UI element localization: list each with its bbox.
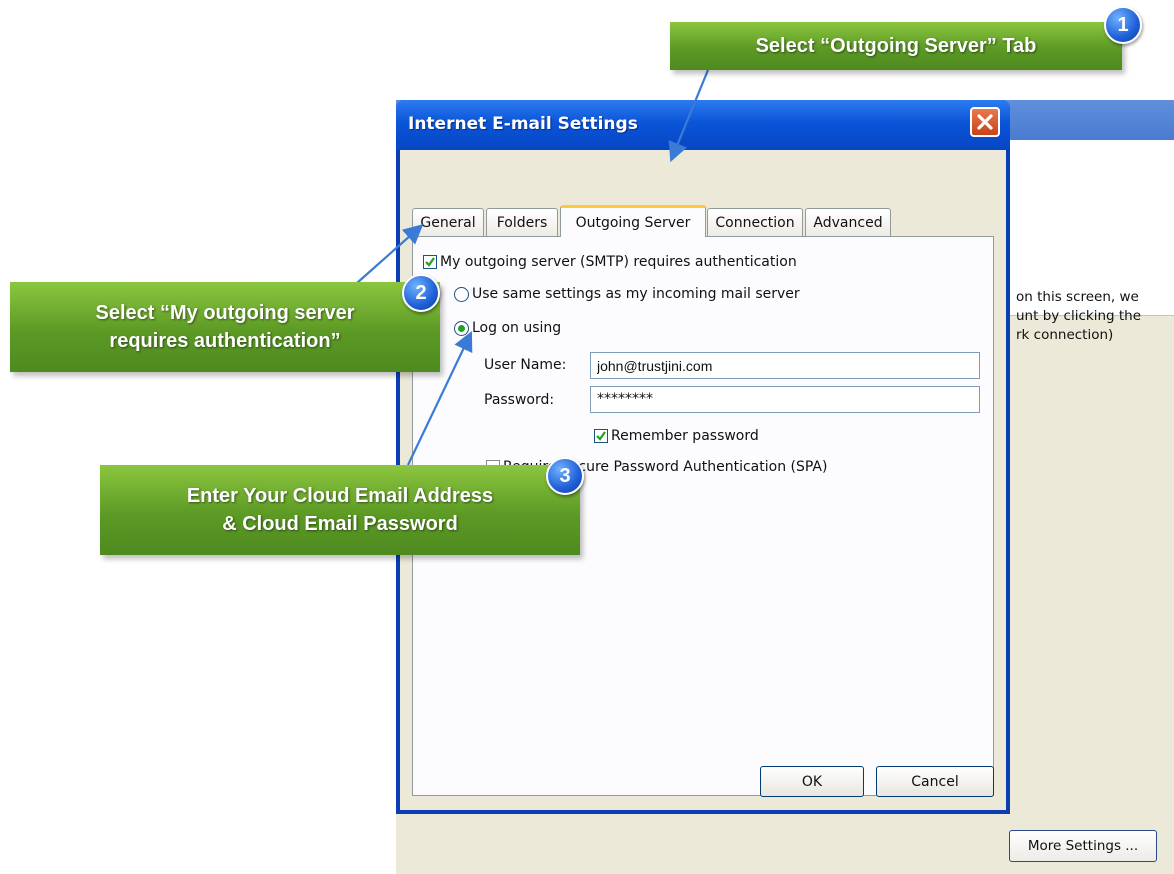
tab-connection[interactable]: Connection — [707, 208, 803, 236]
use-same-settings-option[interactable]: Use same settings as my incoming mail se… — [454, 286, 800, 302]
log-on-using-label: Log on using — [472, 320, 562, 336]
dialog-titlebar: Internet E-mail Settings — [396, 100, 1010, 150]
more-settings-button[interactable]: More Settings ... — [1009, 830, 1157, 862]
tab-advanced[interactable]: Advanced — [805, 208, 891, 236]
background-description: on this screen, we unt by clicking the rk … — [1016, 288, 1141, 345]
callout-select-outgoing-tab: Select “Outgoing Server” Tab — [670, 22, 1122, 70]
callout-text: Enter Your Cloud Email Address — [186, 485, 494, 507]
radio-selected-dot — [458, 324, 465, 332]
callout-text: & Cloud Email Password — [222, 513, 458, 535]
background-text-line: on this screen, we — [1016, 289, 1139, 305]
tab-general[interactable]: General — [412, 208, 484, 236]
internet-email-settings-dialog: Internet E-mail Settings General Folders… — [396, 100, 1010, 814]
log-on-using-radio[interactable] — [454, 320, 469, 336]
background-text-line: rk connection) — [1016, 327, 1114, 343]
callout-text: Select “My outgoing server — [95, 302, 355, 324]
smtp-auth-label: My outgoing server (SMTP) requires authe… — [440, 254, 797, 270]
dialog-title: Internet E-mail Settings — [408, 114, 638, 134]
remember-password-checkbox[interactable] — [594, 429, 608, 443]
remember-password-option[interactable]: Remember password — [594, 428, 759, 444]
tab-folders[interactable]: Folders — [486, 208, 558, 236]
use-same-settings-label: Use same settings as my incoming mail se… — [472, 286, 800, 302]
checkmark-icon — [425, 257, 435, 267]
smtp-auth-option[interactable]: My outgoing server (SMTP) requires authe… — [423, 254, 797, 270]
cancel-button[interactable]: Cancel — [876, 766, 994, 797]
smtp-auth-checkbox[interactable] — [423, 255, 437, 269]
background-text-line: unt by clicking the — [1016, 308, 1142, 324]
username-label: User Name: — [484, 357, 567, 373]
tab-outgoing-server[interactable]: Outgoing Server — [560, 205, 706, 237]
use-same-settings-radio[interactable] — [454, 286, 469, 302]
close-icon — [977, 114, 993, 130]
password-input[interactable]: ******** — [590, 386, 980, 413]
checkmark-icon — [596, 431, 606, 441]
remember-password-label: Remember password — [611, 428, 759, 444]
log-on-using-option[interactable]: Log on using — [454, 320, 561, 336]
ok-button[interactable]: OK — [760, 766, 864, 797]
callout-enter-credentials: Enter Your Cloud Email Address & Cloud E… — [100, 465, 580, 555]
callout-text: requires authentication” — [109, 330, 341, 352]
callout-select-auth: Select “My outgoing server requires auth… — [10, 282, 440, 372]
username-input[interactable] — [590, 352, 980, 379]
step-badge-2: 2 — [402, 274, 440, 312]
step-badge-1: 1 — [1104, 6, 1142, 44]
password-label: Password: — [484, 392, 555, 408]
close-button[interactable] — [970, 107, 1000, 137]
callout-text: Select “Outgoing Server” Tab — [755, 35, 1037, 57]
step-badge-3: 3 — [546, 457, 584, 495]
